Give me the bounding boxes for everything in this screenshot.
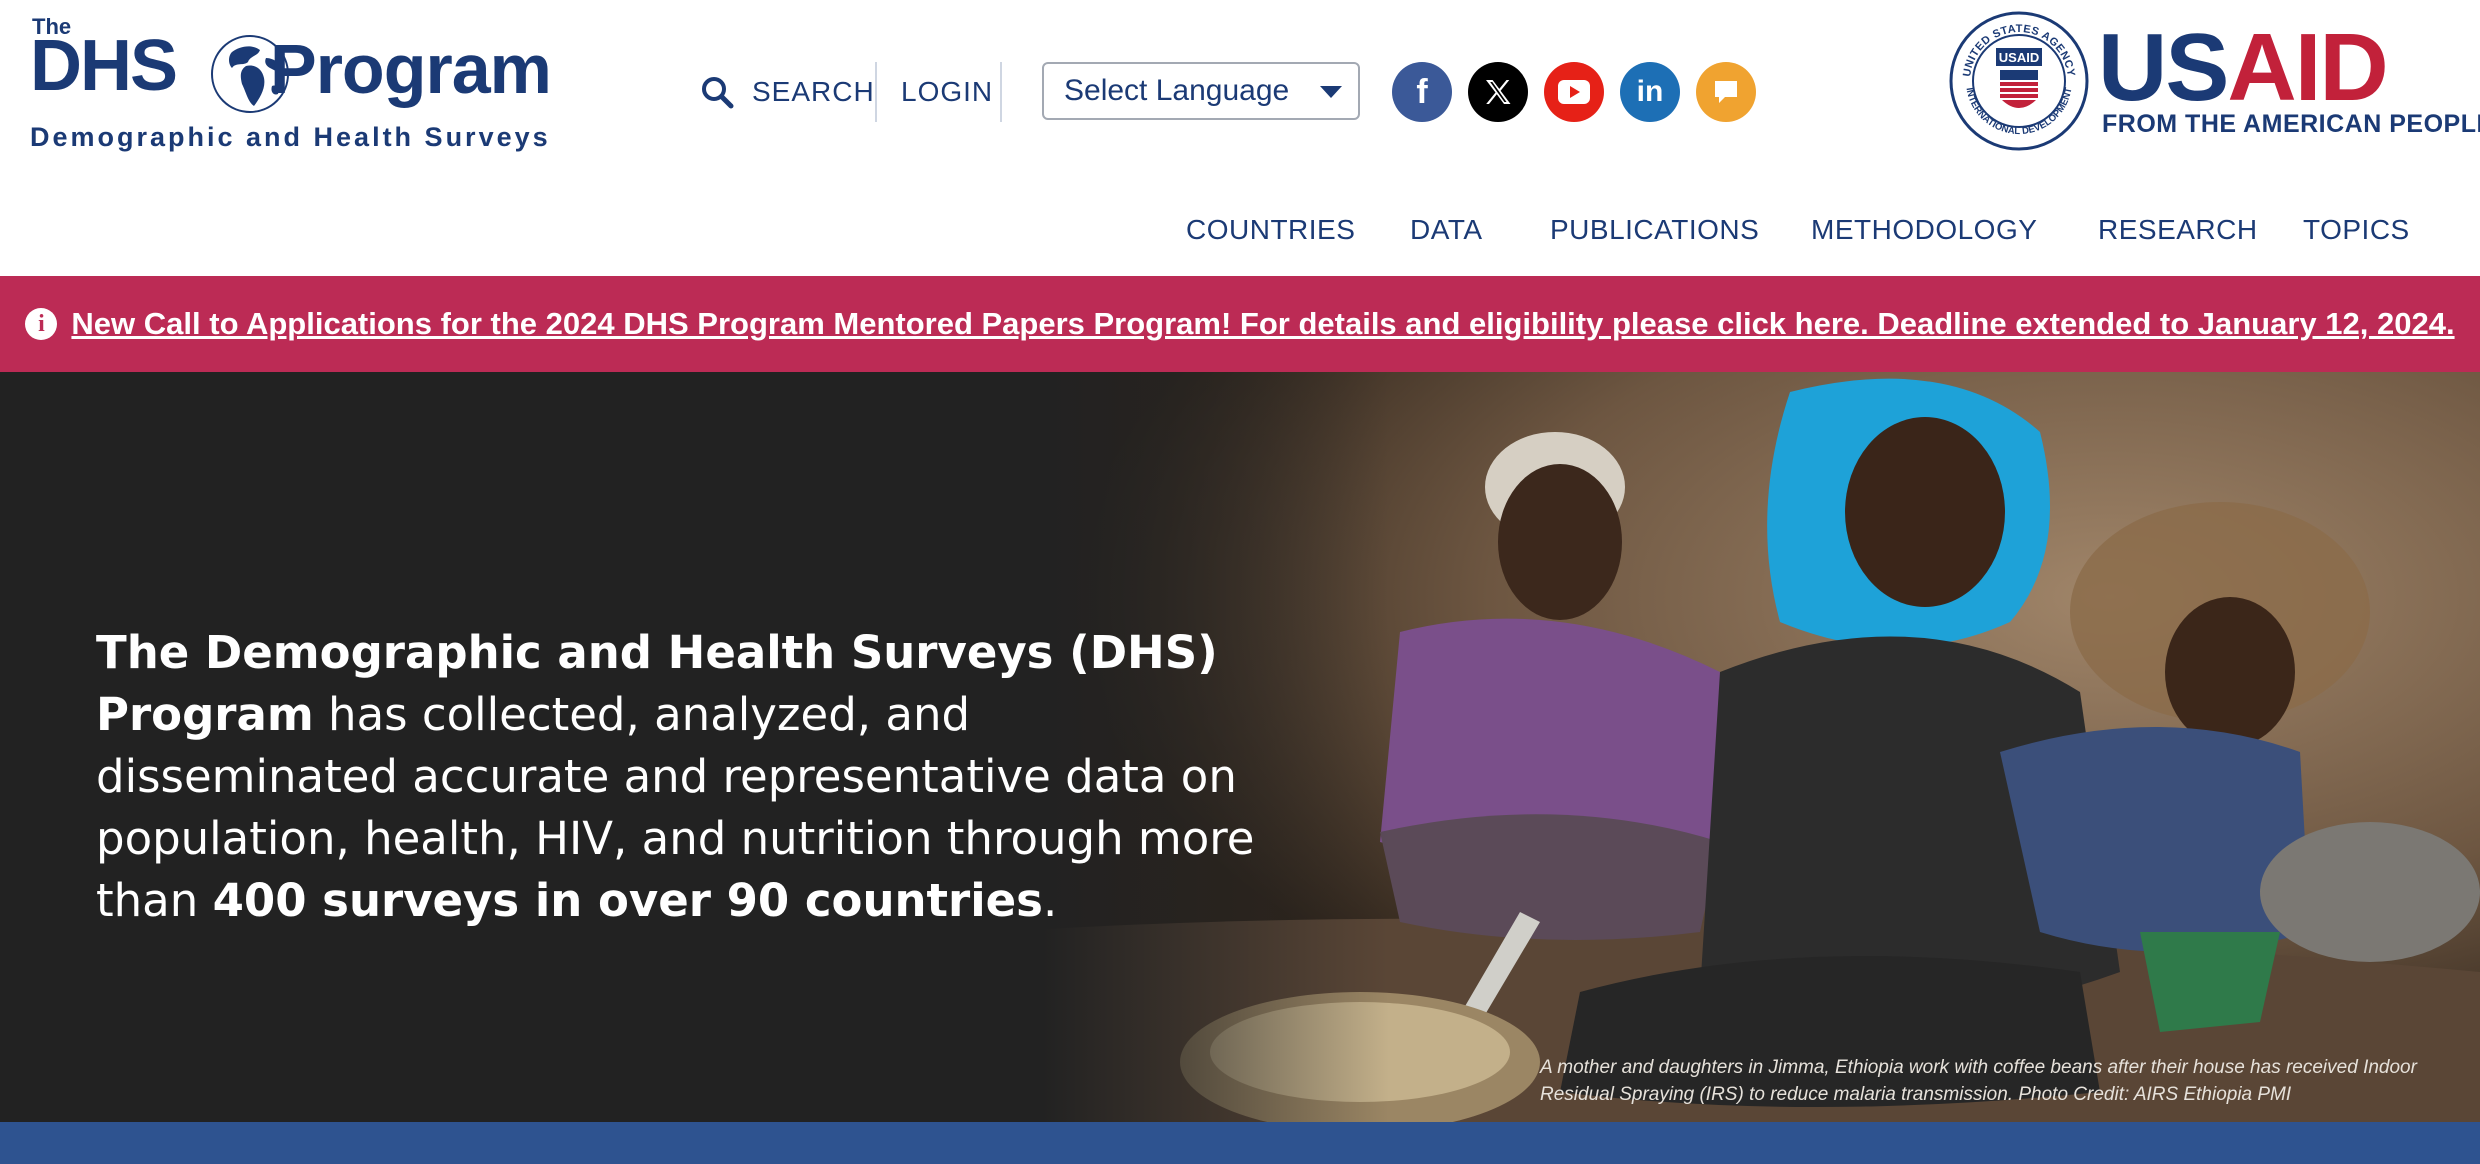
header-divider [1000, 62, 1002, 122]
search-icon [702, 77, 734, 109]
nav-countries[interactable]: COUNTRIES [1186, 200, 1355, 260]
photo-caption-line2: Residual Spraying (IRS) to reduce malari… [1540, 1084, 2292, 1105]
facebook-icon[interactable]: f [1392, 62, 1452, 122]
hero-bold-tail: 400 surveys in over 90 countries [212, 874, 1043, 927]
dhs-program-logo[interactable]: The DHS Program Demographic and Health S… [30, 14, 552, 152]
usaid-wordmark[interactable]: USAID [2098, 20, 2389, 116]
announcement-banner: i New Call to Applications for the 2024 … [0, 276, 2480, 372]
nav-methodology[interactable]: METHODOLOGY [1811, 200, 2037, 260]
photo-caption-line1: A mother and daughters in Jimma, Ethiopi… [1540, 1057, 2417, 1078]
photo-caption: A mother and daughters in Jimma, Ethiopi… [1540, 1054, 2420, 1108]
logo-subtitle: Demographic and Health Surveys [30, 122, 551, 152]
usaid-seal-icon[interactable]: UNITED STATES AGENCY INTERNATIONAL DEVEL… [1948, 10, 2090, 152]
linkedin-icon[interactable]: in [1620, 62, 1680, 122]
section-band [0, 1122, 2480, 1164]
hero-text-part2: . [1042, 874, 1058, 927]
info-icon: i [25, 308, 58, 340]
nav-data[interactable]: DATA [1410, 200, 1483, 260]
logo-dhs: DHS [30, 26, 178, 106]
nav-publications[interactable]: PUBLICATIONS [1550, 200, 1759, 260]
search-label: SEARCH [752, 76, 875, 107]
language-select[interactable]: Select Language [1042, 62, 1360, 120]
hero-section: The Demographic and Health Surveys (DHS)… [0, 372, 2480, 1122]
logo-program: Program [270, 30, 552, 108]
speech-bubble-icon [1715, 81, 1737, 103]
chat-icon[interactable] [1696, 62, 1756, 122]
nav-topics[interactable]: TOPICS [2303, 200, 2410, 260]
usaid-tagline: FROM THE AMERICAN PEOPLE [2102, 110, 2480, 138]
x-icon[interactable] [1468, 62, 1528, 122]
hero-intro-text: The Demographic and Health Surveys (DHS)… [96, 622, 1256, 932]
youtube-play-icon [1558, 80, 1590, 104]
youtube-icon[interactable] [1544, 62, 1604, 122]
search-button[interactable]: SEARCH [700, 62, 875, 122]
usaid-aid: AID [2227, 14, 2388, 121]
usaid-us: US [2098, 14, 2229, 121]
login-link[interactable]: LOGIN [901, 62, 993, 122]
x-logo-icon [1486, 80, 1511, 104]
site-header: The DHS Program Demographic and Health S… [0, 0, 2480, 276]
announcement-link[interactable]: New Call to Applications for the 2024 DH… [71, 306, 2454, 342]
header-divider [875, 62, 877, 122]
nav-research[interactable]: RESEARCH [2098, 200, 2258, 260]
caret-down-icon [1320, 86, 1342, 98]
language-select-value: Select Language [1064, 74, 1290, 107]
seal-center-text: USAID [1999, 50, 2039, 65]
